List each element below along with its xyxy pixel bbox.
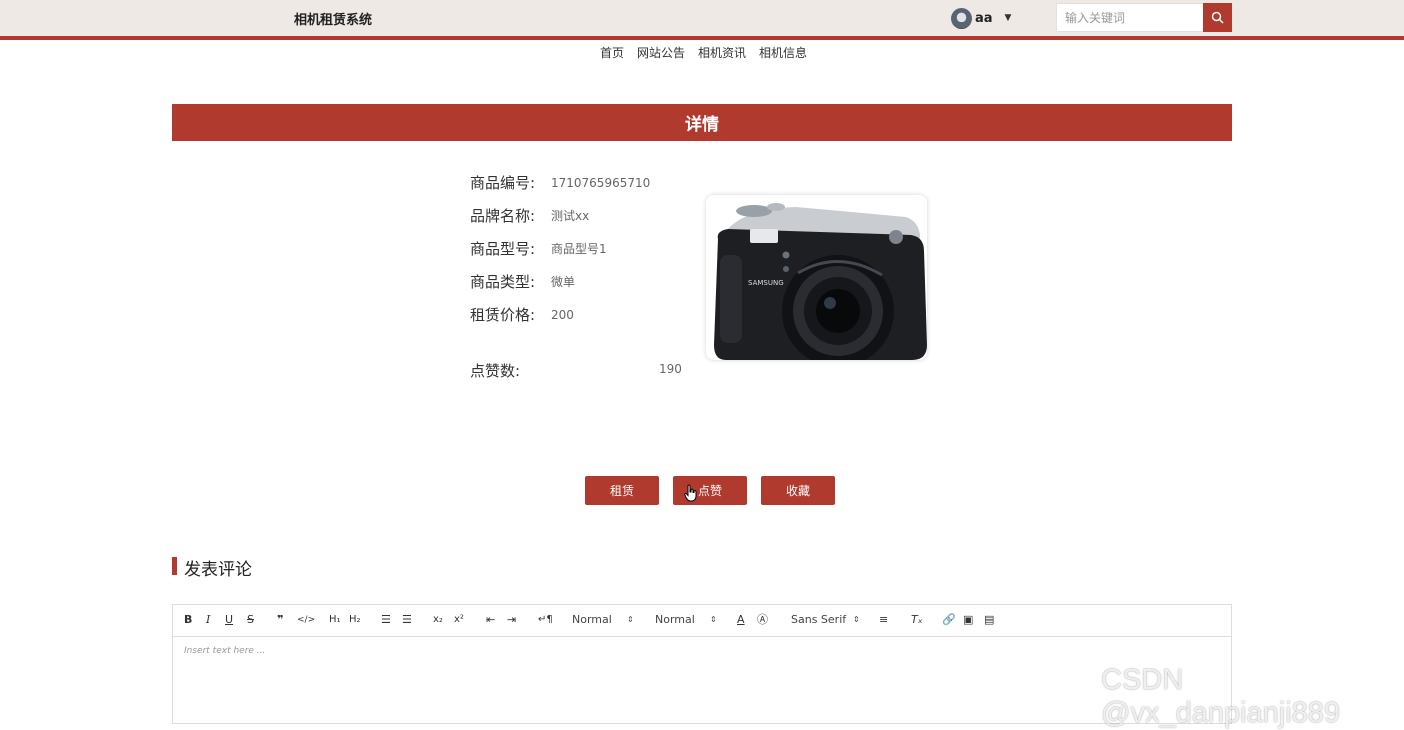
bullet-list-icon[interactable]: ☰ bbox=[402, 613, 412, 627]
comment-section-title: 发表评论 bbox=[184, 560, 252, 580]
search-input[interactable] bbox=[1056, 3, 1203, 32]
detail-row-brand: 品牌名称: 测试xx bbox=[470, 205, 589, 226]
rich-text-editor: B I U S ❞ </> H₁ H₂ ☰ ☰ x₂ x² ⇤ ⇥ ↵¶ Nor… bbox=[172, 604, 1232, 724]
italic-icon[interactable]: I bbox=[206, 613, 210, 627]
ordered-list-icon[interactable]: ☰ bbox=[381, 613, 391, 627]
nav-camera-info[interactable]: 相机信息 bbox=[759, 44, 807, 61]
detail-value: 1710765965710 bbox=[551, 175, 651, 190]
heading-2-icon[interactable]: H₂ bbox=[349, 613, 361, 627]
video-icon[interactable]: ▤ bbox=[984, 613, 994, 627]
editor-body[interactable]: Insert text here ... bbox=[173, 637, 1231, 665]
chevron-updown-icon[interactable]: ⇕ bbox=[710, 613, 717, 627]
detail-label: 商品型号: bbox=[470, 240, 536, 258]
nav-home[interactable]: 首页 bbox=[600, 44, 624, 61]
section-marker bbox=[172, 557, 177, 575]
likes-count: 190 bbox=[659, 362, 682, 376]
chevron-down-icon[interactable]: ▼ bbox=[1005, 13, 1012, 23]
blockquote-icon[interactable]: ❞ bbox=[277, 613, 283, 627]
background-color-icon[interactable]: Ⓐ bbox=[757, 613, 768, 627]
detail-label: 商品类型: bbox=[470, 273, 536, 291]
camera-photo-icon: SAMSUNG bbox=[706, 195, 927, 360]
indent-icon[interactable]: ⇥ bbox=[507, 613, 516, 627]
detail-row-price: 租赁价格: 200 bbox=[470, 304, 574, 325]
user-menu[interactable]: aa ▼ bbox=[951, 7, 1011, 29]
subscript-icon[interactable]: x₂ bbox=[433, 613, 443, 627]
code-block-icon[interactable]: </> bbox=[297, 613, 315, 627]
search-icon bbox=[1211, 11, 1224, 24]
top-bar-divider bbox=[0, 36, 1404, 40]
main-nav: 首页 网站公告 相机资讯 相机信息 bbox=[600, 44, 807, 61]
page-title: 详情 bbox=[685, 115, 719, 135]
nav-camera-news[interactable]: 相机资讯 bbox=[698, 44, 746, 61]
watermark: CSDN @vx_danpianji889 bbox=[1101, 664, 1341, 729]
font-select[interactable]: Sans Serif bbox=[791, 613, 846, 627]
editor-toolbar: B I U S ❞ </> H₁ H₂ ☰ ☰ x₂ x² ⇤ ⇥ ↵¶ Nor… bbox=[173, 605, 1231, 637]
clear-format-icon[interactable]: Tₓ bbox=[911, 613, 923, 627]
link-icon[interactable]: 🔗 bbox=[942, 613, 956, 627]
detail-label: 品牌名称: bbox=[470, 207, 536, 225]
bold-icon[interactable]: B bbox=[184, 613, 192, 627]
favorite-button[interactable]: 收藏 bbox=[761, 476, 835, 505]
strikethrough-icon[interactable]: S bbox=[247, 613, 254, 627]
superscript-icon[interactable]: x² bbox=[454, 613, 464, 627]
site-title: 相机租赁系统 bbox=[294, 13, 373, 28]
search-bar bbox=[1056, 3, 1232, 32]
camera-brand-text: SAMSUNG bbox=[748, 279, 784, 287]
detail-row-id: 商品编号: 1710765965710 bbox=[470, 172, 650, 193]
chevron-updown-icon[interactable]: ⇕ bbox=[627, 613, 634, 627]
chevron-updown-icon[interactable]: ⇕ bbox=[853, 613, 860, 627]
detail-banner: 详情 bbox=[172, 104, 1232, 141]
detail-value: 商品型号1 bbox=[551, 242, 607, 256]
product-image: SAMSUNG bbox=[706, 195, 927, 360]
avatar[interactable] bbox=[951, 7, 972, 29]
likes-label: 点赞数: bbox=[470, 362, 521, 380]
size-select[interactable]: Normal bbox=[572, 613, 612, 627]
detail-value: 测试xx bbox=[551, 209, 590, 223]
hand-cursor-icon bbox=[684, 484, 697, 502]
header-select[interactable]: Normal bbox=[655, 613, 695, 627]
detail-label: 商品编号: bbox=[470, 174, 536, 192]
detail-row-model: 商品型号: 商品型号1 bbox=[470, 238, 607, 259]
detail-value: 200 bbox=[551, 307, 574, 322]
detail-value: 微单 bbox=[551, 275, 576, 289]
username[interactable]: aa bbox=[975, 11, 993, 26]
text-direction-icon[interactable]: ↵¶ bbox=[538, 613, 553, 627]
underline-icon[interactable]: U bbox=[225, 613, 233, 627]
image-icon[interactable]: ▣ bbox=[963, 613, 973, 627]
align-icon[interactable]: ≡ bbox=[879, 613, 888, 627]
outdent-icon[interactable]: ⇤ bbox=[486, 613, 495, 627]
detail-label: 租赁价格: bbox=[470, 306, 536, 324]
detail-row-type: 商品类型: 微单 bbox=[470, 271, 575, 292]
nav-announcements[interactable]: 网站公告 bbox=[637, 44, 685, 61]
search-button[interactable] bbox=[1203, 3, 1232, 32]
text-color-icon[interactable]: A bbox=[737, 613, 745, 627]
rent-button[interactable]: 租赁 bbox=[585, 476, 659, 505]
heading-1-icon[interactable]: H₁ bbox=[329, 613, 341, 627]
